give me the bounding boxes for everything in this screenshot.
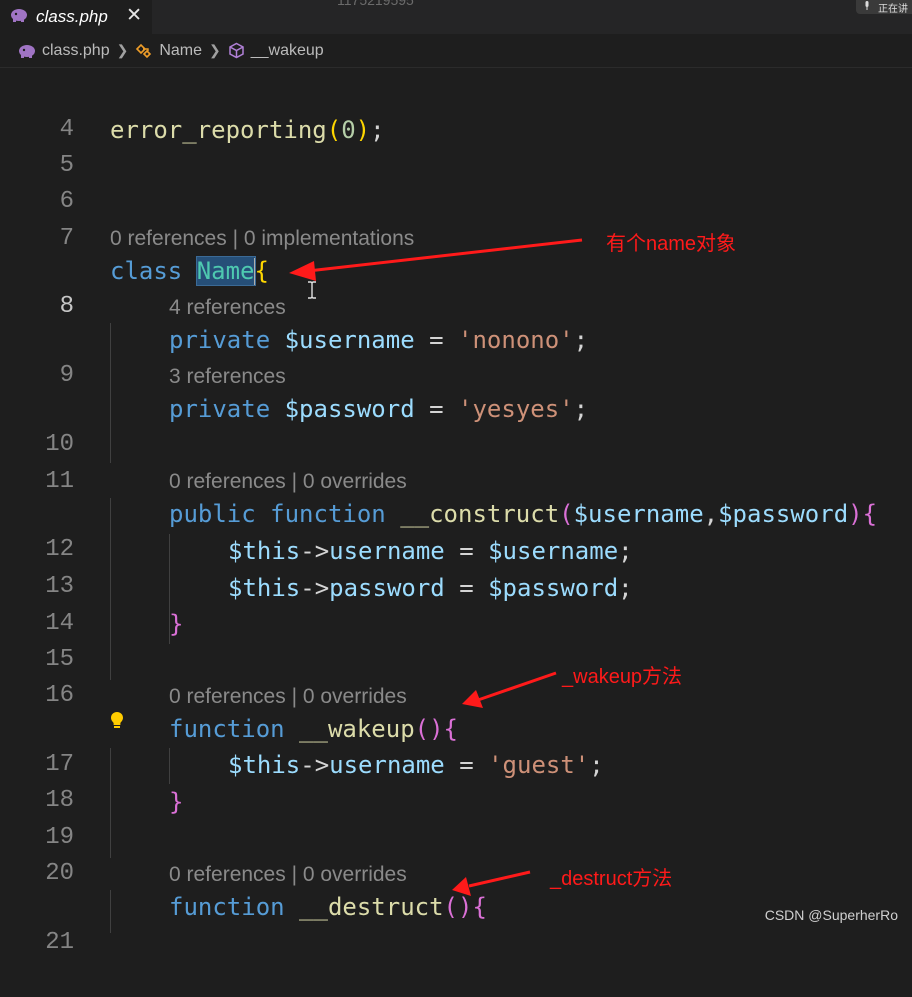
breadcrumb-item-file[interactable]: class.php	[42, 42, 110, 60]
breadcrumb-item-method[interactable]: __wakeup	[251, 42, 324, 60]
code-line[interactable]: 17 function __wakeup(){	[0, 711, 912, 778]
code-line[interactable]: 19 }	[0, 784, 912, 851]
php-elephant-icon	[18, 44, 36, 58]
string-literal: 'guest'	[488, 751, 590, 779]
window-title-fragment: 1175219595	[337, 0, 414, 8]
line-number: 7	[59, 225, 74, 252]
close-icon[interactable]: ✕	[126, 4, 142, 27]
microphone-icon	[864, 1, 870, 13]
class-symbol-icon	[135, 43, 153, 59]
code-line[interactable]: 9 private $username = 'nonono';	[0, 322, 912, 389]
php-elephant-icon	[10, 7, 28, 27]
arrow-to-wakeup-lens	[462, 671, 557, 708]
text-cursor-ibeam-icon	[307, 281, 317, 303]
codelens-references[interactable]: 4 references	[169, 293, 286, 323]
function-name: __wakeup	[299, 715, 415, 743]
watermark: CSDN @SuperherRo	[764, 907, 898, 923]
codelens-references[interactable]: 0 references | 0 overrides	[169, 682, 407, 712]
annotation-destruct-method: _destruct方法	[550, 868, 673, 890]
screen-share-indicator[interactable]: 正在讲	[856, 0, 912, 15]
code-line[interactable]: 11	[0, 428, 912, 495]
line-number: 21	[45, 929, 74, 956]
variable: $username	[284, 326, 415, 354]
code-line[interactable]: 5 error_reporting(0);	[0, 112, 912, 179]
variable: $password	[284, 395, 415, 423]
tab-label: class.php	[36, 7, 108, 26]
breadcrumb: class.php ❯ Name ❯ __wakeup	[0, 34, 912, 68]
function-name: __destruct	[299, 893, 444, 921]
code-line[interactable]: 13 $this->username = $username;	[0, 533, 912, 600]
code-line[interactable]: 14 $this->password = $password;	[0, 570, 912, 637]
codelens-references[interactable]: 3 references	[169, 362, 286, 392]
chevron-right-icon: ❯	[116, 42, 129, 58]
code-line[interactable]: 7	[0, 185, 912, 252]
code-line[interactable]: 18 $this->username = 'guest';	[0, 747, 912, 814]
annotation-wakeup-method: _wakeup方法	[562, 666, 683, 688]
number-literal: 0	[341, 116, 356, 144]
string-literal: 'nonono'	[458, 326, 574, 354]
code-line[interactable]: 10 private $password = 'yesyes';	[0, 391, 912, 458]
code-line[interactable]: 8 class Name{	[0, 253, 912, 320]
method-cube-icon	[228, 42, 245, 59]
code-line[interactable]: 16	[0, 642, 912, 709]
codelens-references[interactable]: 0 references | 0 overrides	[169, 860, 407, 890]
string-literal: 'yesyes'	[458, 395, 574, 423]
line-number: 8	[59, 293, 74, 320]
code-line[interactable]: 4	[0, 76, 912, 143]
code-line[interactable]: 20	[0, 820, 912, 887]
code-line[interactable]: 15 }	[0, 606, 912, 673]
line-number: 9	[59, 362, 74, 389]
codelens-references[interactable]: 0 references | 0 overrides	[169, 467, 407, 497]
keyword: class	[110, 257, 183, 285]
editor-tab-bar: class.php ✕ 1175219595 正在讲	[0, 0, 912, 34]
line-number: 11	[45, 468, 74, 495]
share-status-text: 正在讲	[878, 3, 908, 15]
line-number: 16	[45, 682, 74, 709]
line-number: 20	[45, 860, 74, 887]
codelens-references[interactable]: 0 references | 0 implementations	[110, 224, 414, 254]
function-call: error_reporting	[110, 116, 327, 144]
class-name-selected: Name	[195, 256, 256, 286]
breadcrumb-item-class[interactable]: Name	[159, 42, 202, 60]
function-name: __construct	[400, 500, 560, 528]
code-line[interactable]: 12 public function __construct($username…	[0, 496, 912, 563]
chevron-right-icon: ❯	[209, 42, 221, 58]
code-line[interactable]: 6	[0, 148, 912, 215]
tab-class-php[interactable]: class.php ✕	[0, 0, 152, 34]
annotation-name-object: 有个name对象	[606, 233, 737, 255]
